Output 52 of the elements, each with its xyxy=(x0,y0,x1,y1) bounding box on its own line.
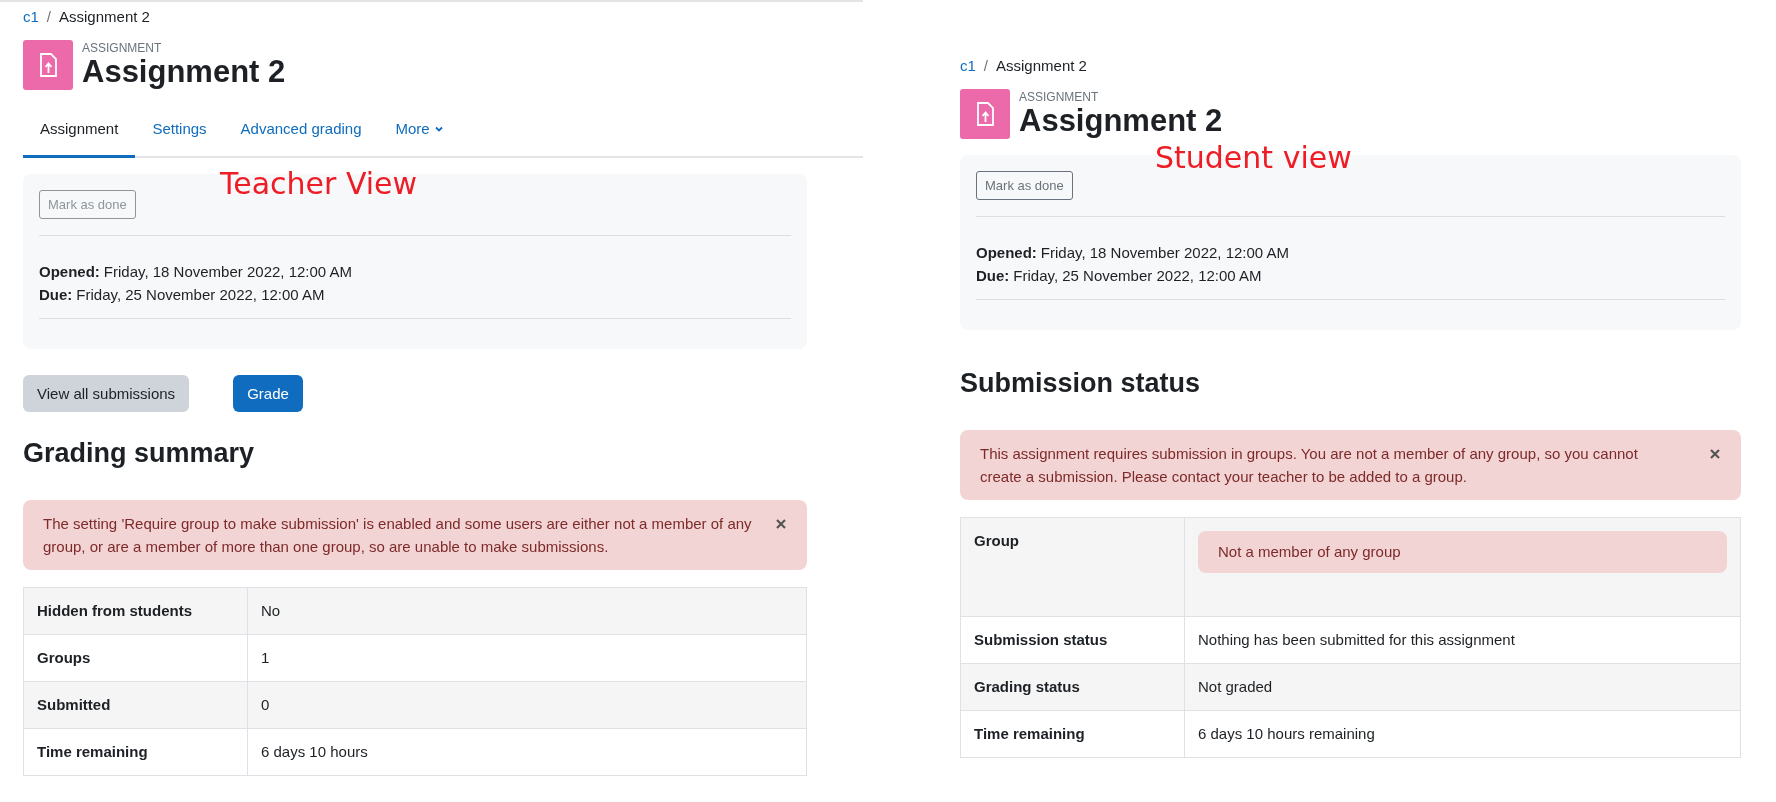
module-type-label: ASSIGNMENT xyxy=(1019,90,1100,104)
breadcrumb-current: Assignment 2 xyxy=(59,8,150,25)
row-value: 0 xyxy=(247,681,807,729)
alert-message: The setting 'Require group to make submission' is enabled and some users are either not a member of any group, or are a member of more than one group, so are unable to make submissions. xyxy=(43,514,753,557)
row-label: Submission status xyxy=(960,616,1185,664)
breadcrumb-separator: / xyxy=(46,8,51,25)
row-value: Not graded xyxy=(1184,663,1741,711)
annotation-label: Teacher View xyxy=(220,166,418,201)
row-label: Hidden from students xyxy=(23,587,248,635)
breadcrumb-separator: / xyxy=(983,57,988,74)
breadcrumb-current: Assignment 2 xyxy=(996,57,1087,74)
row-value: 6 days 10 hours xyxy=(247,728,807,776)
view-submissions-button[interactable]: View all submissions xyxy=(23,375,190,412)
grade-button[interactable]: Grade xyxy=(233,375,303,412)
row-value: 6 days 10 hours remaining xyxy=(1184,710,1741,758)
row-value: 1 xyxy=(247,634,807,682)
date-label: Opened: xyxy=(39,263,100,280)
annotation-label: Student view xyxy=(1155,140,1352,175)
status-alert: Not a member of any group xyxy=(1198,531,1727,573)
row-value: Nothing has been submitted for this assignment xyxy=(1184,616,1741,664)
date-label: Opened: xyxy=(976,244,1037,261)
date-value: Friday, 18 November 2022, 12:00 AM xyxy=(1040,244,1290,261)
mark-as-done-button[interactable]: Mark as done xyxy=(39,190,136,219)
row-label: Submitted xyxy=(23,681,248,729)
alert-message: This assignment requires submission in groups. You are not a member of any group, so you cannot create a submission. Please contact your teacher to be added to a group. xyxy=(980,444,1639,487)
row-label: Time remaining xyxy=(23,728,248,776)
close-icon[interactable] xyxy=(775,518,787,530)
date-value: Friday, 18 November 2022, 12:00 AM xyxy=(103,263,353,280)
breadcrumb-link[interactable]: c1 xyxy=(23,8,39,25)
assignment-icon xyxy=(23,40,73,90)
page-title: Assignment 2 xyxy=(82,55,286,90)
row-label: Groups xyxy=(23,634,248,682)
date-value: Friday, 25 November 2022, 12:00 AM xyxy=(1013,267,1262,284)
section-heading: Submission status xyxy=(960,368,1202,399)
assignment-icon xyxy=(960,89,1010,139)
breadcrumb-link[interactable]: c1 xyxy=(960,57,976,74)
row-label: Time remaining xyxy=(960,710,1185,758)
section-heading: Grading summary xyxy=(23,438,256,469)
nav-tab[interactable]: Advanced grading xyxy=(223,104,379,158)
date-label: Due: xyxy=(39,286,73,303)
close-icon[interactable] xyxy=(1709,448,1721,460)
nav-tab[interactable]: More xyxy=(378,104,461,158)
row-label: Grading status xyxy=(960,663,1185,711)
date-label: Due: xyxy=(976,267,1010,284)
page-title: Assignment 2 xyxy=(1019,104,1223,139)
row-value: No xyxy=(247,587,807,635)
row-label: Group xyxy=(960,517,1185,617)
mark-as-done-button[interactable]: Mark as done xyxy=(976,171,1073,200)
nav-tab[interactable]: Assignment xyxy=(23,104,136,158)
module-type-label: ASSIGNMENT xyxy=(82,41,163,55)
nav-tab[interactable]: Settings xyxy=(135,104,224,158)
date-value: Friday, 25 November 2022, 12:00 AM xyxy=(76,286,325,303)
